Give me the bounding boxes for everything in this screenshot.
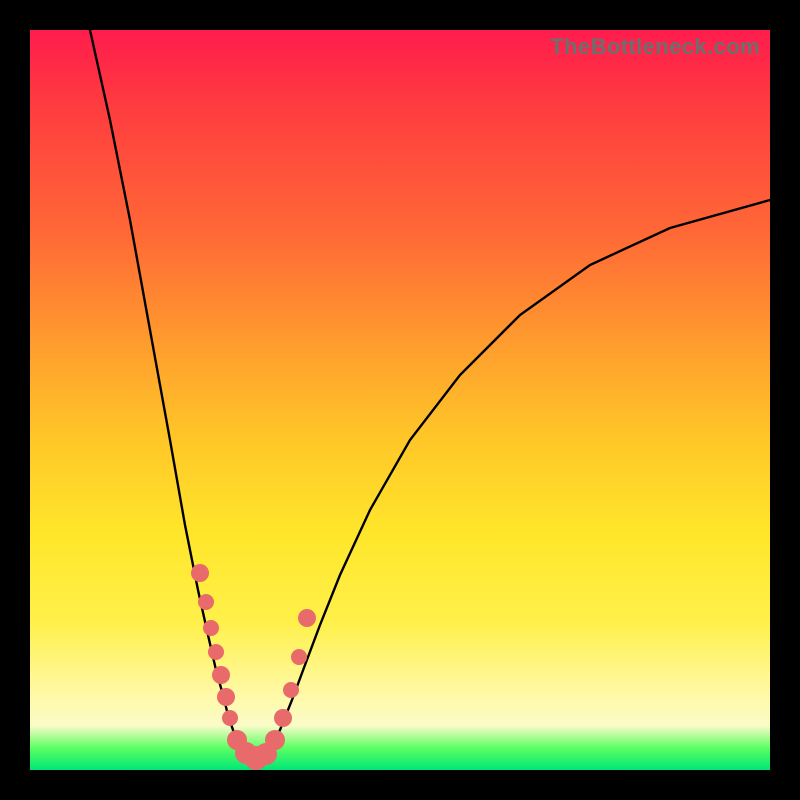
data-dot	[208, 644, 224, 660]
data-dots	[191, 564, 316, 770]
data-dot	[212, 666, 230, 684]
data-dot	[291, 649, 307, 665]
curve-left-branch	[90, 30, 258, 760]
data-dot	[198, 594, 214, 610]
data-dot	[298, 609, 316, 627]
data-dot	[203, 620, 219, 636]
curve-right-branch	[258, 200, 770, 760]
data-dot	[283, 682, 299, 698]
chart-frame: TheBottleneck.com	[30, 30, 770, 770]
data-dot	[191, 564, 209, 582]
watermark-text: TheBottleneck.com	[550, 34, 760, 60]
data-dot	[274, 709, 292, 727]
curve-layer	[30, 30, 770, 770]
data-dot	[222, 710, 238, 726]
data-dot	[217, 688, 235, 706]
data-dot	[265, 730, 285, 750]
